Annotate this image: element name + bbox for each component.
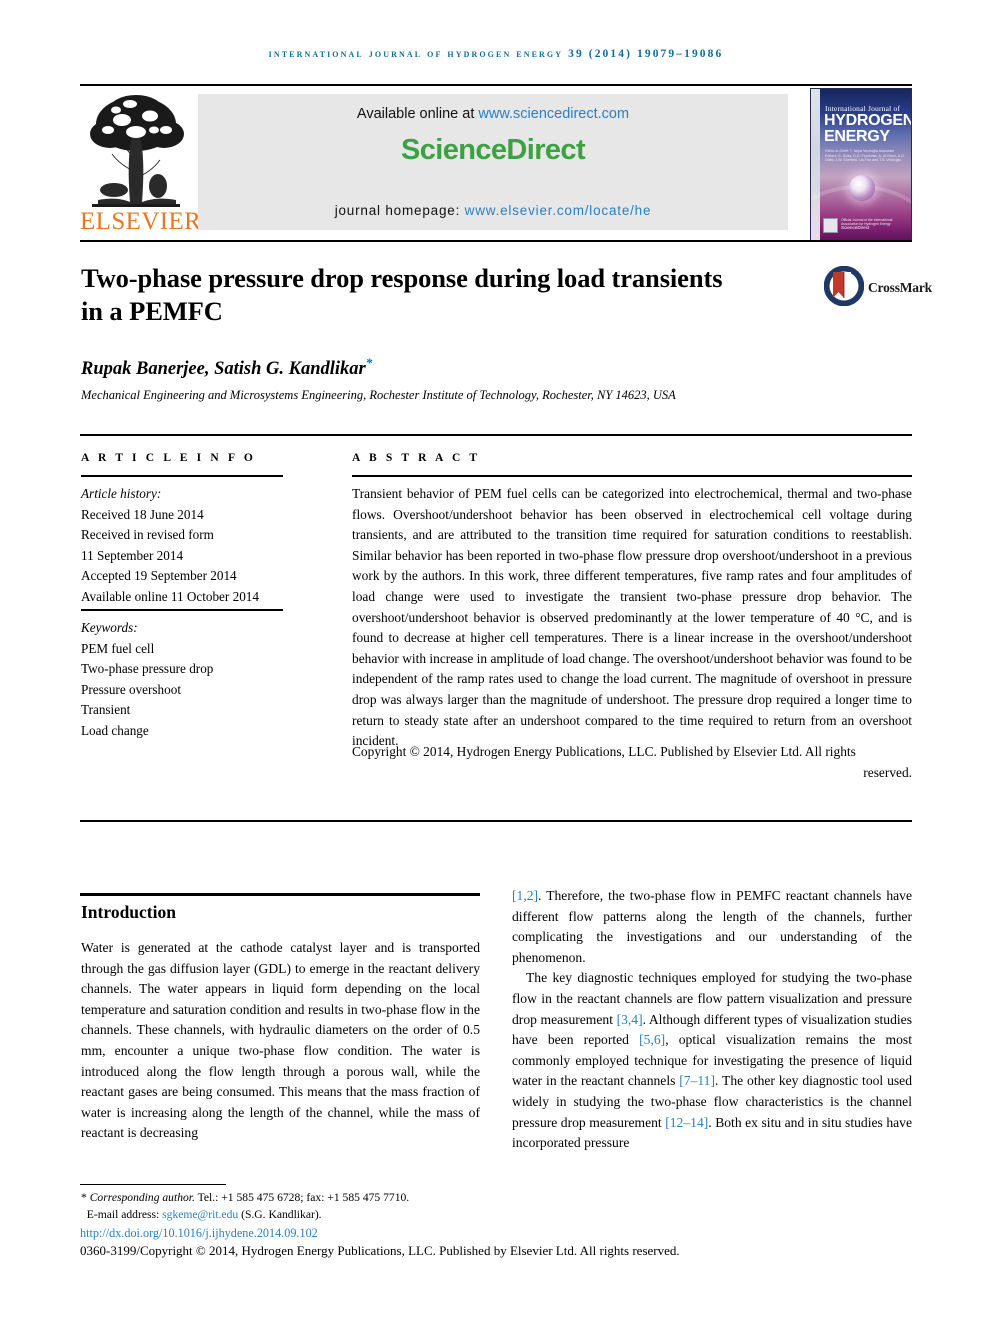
footnote-marker: *	[81, 1191, 87, 1204]
page-title: Two-phase pressure drop response during …	[81, 263, 723, 326]
cover-editors: Editor-in-Chief: T. Nejat Veziroğlu Asso…	[825, 149, 905, 163]
citation-7-11[interactable]: [7–11]	[679, 1073, 715, 1088]
keywords-label: Keywords:	[81, 620, 138, 635]
info-section-rule	[80, 434, 912, 436]
abstract-copyright-end: reserved.	[863, 764, 912, 780]
email-owner: (S.G. Kandlikar).	[238, 1207, 322, 1221]
citation-3-4[interactable]: [3,4]	[617, 1012, 643, 1027]
available-online-text: Available online at	[356, 106, 479, 122]
article-history: Article history: Received 18 June 2014 R…	[81, 484, 296, 607]
abstract-text: Transient behavior of PEM fuel cells can…	[352, 486, 912, 749]
article-history-label: Article history:	[81, 486, 162, 501]
abstract-bottom-rule	[80, 820, 912, 822]
journal-homepage-link[interactable]: www.elsevier.com/locate/he	[465, 203, 652, 218]
journal-cover-image: International Journal of HYDROGEN ENERGY…	[810, 88, 912, 242]
keyword-2: Pressure overshoot	[81, 681, 181, 697]
history-item-2: 11 September 2014	[81, 547, 184, 563]
abstract-underline	[352, 475, 912, 477]
keyword-0: PEM fuel cell	[81, 640, 155, 656]
cover-footer: Official Journal of the International As…	[821, 218, 905, 234]
footnote-rule	[80, 1184, 226, 1186]
body-column-right: [1,2]. Therefore, the two-phase flow in …	[512, 886, 912, 1154]
citation-1-2[interactable]: [1,2]	[512, 888, 538, 903]
corresponding-author-label: Corresponding author.	[89, 1191, 195, 1204]
cover-title-energy: ENERGY	[824, 128, 890, 145]
history-item-1: Received in revised form	[81, 527, 214, 542]
doi-link[interactable]: http://dx.doi.org/10.1016/j.ijhydene.201…	[80, 1226, 318, 1241]
elsevier-tree-icon	[90, 95, 184, 207]
header-rule	[80, 84, 912, 86]
paragraph-key-diagnostics: The key diagnostic techniques employed f…	[512, 968, 912, 1153]
body-column-left: Water is generated at the cathode cataly…	[81, 940, 480, 1141]
corresponding-author-contact: Tel.: +1 585 475 6728; fax: +1 585 475 7…	[194, 1191, 410, 1204]
history-item-0: Received 18 June 2014	[81, 506, 204, 522]
footnote-block: * Corresponding author. Tel.: +1 585 475…	[81, 1190, 781, 1223]
citation-12-14[interactable]: [12–14]	[665, 1115, 708, 1130]
elsevier-wordmark: ELSEVIER	[80, 208, 202, 235]
keywords-divider	[81, 609, 283, 611]
introduction-top-rule	[80, 893, 480, 896]
email-link[interactable]: sgkeme@rit.edu	[162, 1208, 238, 1221]
crossmark-icon	[823, 265, 865, 307]
keyword-4: Load change	[81, 722, 149, 738]
corresponding-author-marker: *	[365, 355, 373, 370]
section-title-introduction: Introduction	[81, 902, 176, 922]
journal-homepage-label: journal homepage:	[334, 203, 465, 218]
article-info-heading: A R T I C L E I N F O	[81, 452, 256, 464]
history-item-3: Accepted 19 September 2014	[81, 568, 237, 583]
journal-homepage-line: journal homepage: www.elsevier.com/locat…	[198, 203, 788, 218]
keyword-3: Transient	[81, 702, 131, 717]
email-label: E-mail address:	[86, 1207, 163, 1221]
history-item-4: Available online 11 October 2014	[81, 588, 259, 604]
article-info-underline	[81, 475, 283, 477]
issn-copyright-line: 0360-3199/Copyright © 2014, Hydrogen Ene…	[80, 1243, 680, 1258]
cover-orb-decoration	[849, 175, 875, 201]
affiliation: Mechanical Engineering and Microsystems …	[81, 388, 676, 402]
abstract-copyright-text: Copyright © 2014, Hydrogen Energy Public…	[352, 744, 856, 759]
crossmark-badge[interactable]: CrossMark	[823, 265, 932, 310]
sciencedirect-wordmark: ScienceDirect	[400, 134, 586, 166]
masthead: ELSEVIER Available online at www.science…	[80, 88, 912, 242]
keyword-1: Two-phase pressure drop	[81, 661, 214, 676]
citation-5-6[interactable]: [5,6]	[639, 1032, 665, 1047]
sciencedirect-banner: Available online at www.sciencedirect.co…	[198, 94, 788, 230]
cover-sciencedirect-mark: ScienceDirect	[841, 225, 870, 230]
cover-title-hydrogen: HYDROGEN	[824, 112, 912, 129]
abstract-heading: A B S T R A C T	[352, 452, 481, 464]
cover-association-badge	[823, 218, 838, 233]
author-list: Rupak Banerjee, Satish G. Kandlikar*	[81, 355, 372, 380]
keywords-list: Keywords: PEM fuel cell Two-phase pressu…	[81, 618, 296, 741]
author-names: Rupak Banerjee, Satish G. Kandlikar	[81, 359, 366, 380]
journal-article-page: International Journal of Hydrogen Energy…	[0, 0, 992, 1323]
available-online-line: Available online at www.sciencedirect.co…	[198, 106, 788, 122]
abstract-copyright: Copyright © 2014, Hydrogen Energy Public…	[352, 742, 912, 783]
paragraph-1-text: . Therefore, the two-phase flow in PEMFC…	[512, 888, 912, 965]
running-head: International Journal of Hydrogen Energy…	[268, 48, 724, 60]
sciencedirect-link[interactable]: www.sciencedirect.com	[478, 106, 629, 122]
paragraph-continuation: [1,2]. Therefore, the two-phase flow in …	[512, 886, 912, 968]
elsevier-logo: ELSEVIER	[80, 88, 202, 236]
masthead-rule	[80, 240, 912, 242]
crossmark-label: CrossMark	[868, 280, 932, 295]
